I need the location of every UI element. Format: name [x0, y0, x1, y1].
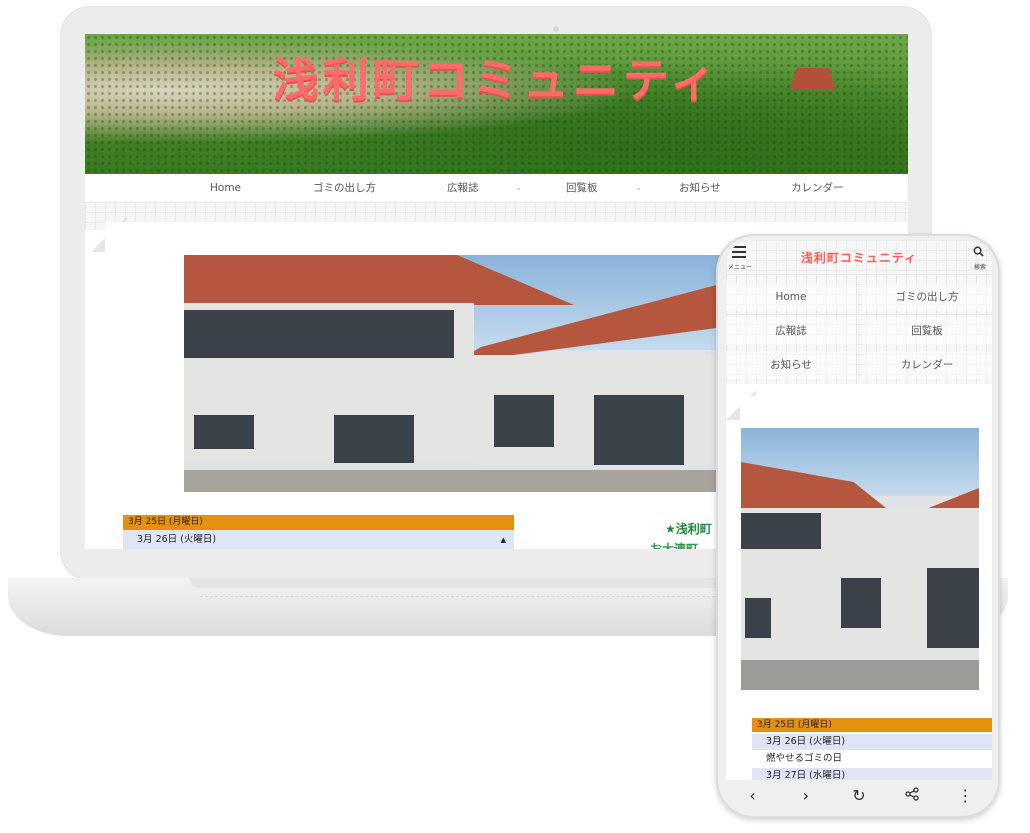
- laptop-base-notch: [190, 578, 730, 588]
- phone-screen: メニュー 浅利町コミュニティ 検索 Home ゴミの出し方 広報誌 回覧板 お知…: [726, 240, 992, 780]
- forward-icon[interactable]: ›: [796, 786, 816, 805]
- phone-nav-calendar[interactable]: カレンダー: [862, 351, 992, 379]
- nav-item-newsletter[interactable]: 広報誌: [447, 174, 479, 202]
- laptop-hinge: [200, 596, 720, 598]
- calendar-row[interactable]: 3月 26日 (火曜日) ▲: [123, 530, 514, 549]
- nav-item-notices[interactable]: お知らせ: [679, 174, 721, 202]
- more-options-icon[interactable]: ⋮: [955, 786, 975, 805]
- search-icon[interactable]: [973, 246, 984, 257]
- calendar-row-date: 3月 26日 (火曜日): [137, 534, 217, 545]
- chevron-down-icon[interactable]: ⌄: [515, 174, 522, 202]
- scroll-up-icon[interactable]: ▲: [501, 530, 506, 549]
- notice-heading: ★浅利町: [665, 522, 712, 536]
- community-center-photo: [184, 255, 724, 492]
- phone-header: メニュー 浅利町コミュニティ 検索: [726, 240, 992, 274]
- calendar-row-date[interactable]: 3月 26日 (火曜日): [752, 734, 992, 750]
- calendar-event[interactable]: 燃やせるゴミの日: [758, 751, 984, 767]
- calendar-widget: 3月 25日 (月曜日) 3月 26日 (火曜日) ▲: [123, 515, 514, 549]
- phone-nav-home[interactable]: Home: [726, 283, 856, 311]
- community-center-photo: [741, 428, 979, 690]
- main-nav: Home ゴミの出し方 広報誌 ⌄ 回覧板 ⌄ お知らせ カレンダー: [85, 174, 908, 202]
- nav-item-circular[interactable]: 回覧板: [566, 174, 598, 202]
- phone-nav-garbage[interactable]: ゴミの出し方: [862, 283, 992, 311]
- nav-item-garbage[interactable]: ゴミの出し方: [313, 174, 376, 202]
- notice-subheading: お大連町...: [650, 542, 712, 549]
- phone-site-title[interactable]: 浅利町コミュニティ: [726, 249, 992, 266]
- hero-banner: 浅利町コミュニティ: [85, 34, 908, 174]
- chevron-down-icon[interactable]: ⌄: [635, 174, 642, 202]
- calendar-date-header[interactable]: 3月 25日 (月曜日): [752, 718, 992, 732]
- browser-toolbar: ‹ › ↻ ⋮: [726, 780, 992, 810]
- calendar-row-date[interactable]: 3月 27日 (水曜日): [752, 768, 992, 780]
- phone-nav: Home ゴミの出し方 広報誌 回覧板 お知らせ カレンダー: [726, 274, 992, 384]
- nav-item-home[interactable]: Home: [210, 174, 241, 202]
- share-icon[interactable]: [902, 786, 922, 805]
- nav-item-calendar[interactable]: カレンダー: [791, 174, 844, 202]
- back-icon[interactable]: ‹: [743, 786, 763, 805]
- camera-dot: [553, 26, 559, 32]
- calendar-date-header[interactable]: 3月 25日 (月曜日): [123, 515, 514, 530]
- phone-nav-newsletter[interactable]: 広報誌: [726, 317, 856, 345]
- reload-icon[interactable]: ↻: [849, 786, 869, 805]
- phone-nav-notices[interactable]: お知らせ: [726, 351, 856, 379]
- search-label[interactable]: 検索: [974, 262, 986, 271]
- site-title[interactable]: 浅利町コミュニティ: [85, 44, 908, 110]
- phone-nav-circular[interactable]: 回覧板: [862, 317, 992, 345]
- phone-frame: メニュー 浅利町コミュニティ 検索 Home ゴミの出し方 広報誌 回覧板 お知…: [716, 234, 1000, 818]
